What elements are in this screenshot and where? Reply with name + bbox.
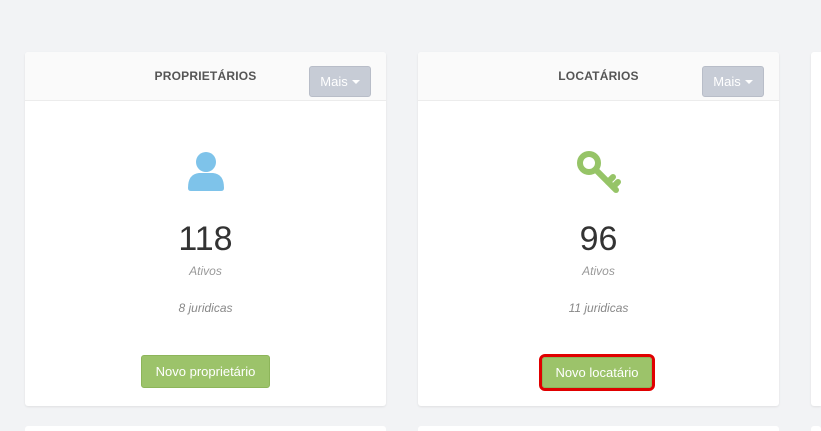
user-icon [187, 152, 224, 191]
owners-card: PROPRIETÁRIOS Mais 118 Ativos 8 juridica… [25, 52, 386, 406]
owners-status-label: Ativos [189, 264, 222, 278]
owners-more-label: Mais [320, 74, 348, 89]
owners-more-button[interactable]: Mais [309, 66, 371, 97]
tenants-icon-wrap [418, 150, 779, 194]
key-icon [576, 151, 621, 193]
owners-card-header: PROPRIETÁRIOS Mais [25, 52, 386, 101]
partial-card-bottom-middle [418, 426, 779, 431]
tenants-juridicas: 11 juridicas [568, 301, 629, 315]
tenants-count: 96 [579, 220, 618, 258]
partial-card-bottom-right [811, 426, 821, 431]
partial-card-right [811, 52, 821, 406]
new-owner-button[interactable]: Novo proprietário [141, 355, 270, 388]
tenants-card: LOCATÁRIOS Mais 96 Ativos 11 juridicas N… [418, 52, 779, 406]
caret-down-icon [744, 79, 753, 84]
tenants-more-label: Mais [713, 74, 741, 89]
tenants-more-button[interactable]: Mais [702, 66, 764, 97]
owners-count: 118 [178, 220, 233, 258]
new-tenant-label: Novo locatário [555, 365, 639, 380]
owners-icon-wrap [25, 152, 386, 192]
owners-juridicas: 8 juridicas [178, 301, 233, 315]
new-owner-label: Novo proprietário [155, 364, 256, 379]
tenants-status-label: Ativos [582, 264, 615, 278]
tenants-card-header: LOCATÁRIOS Mais [418, 52, 779, 101]
caret-down-icon [351, 79, 360, 84]
new-tenant-button[interactable]: Novo locatário [539, 354, 655, 391]
partial-card-bottom-left [25, 426, 386, 431]
